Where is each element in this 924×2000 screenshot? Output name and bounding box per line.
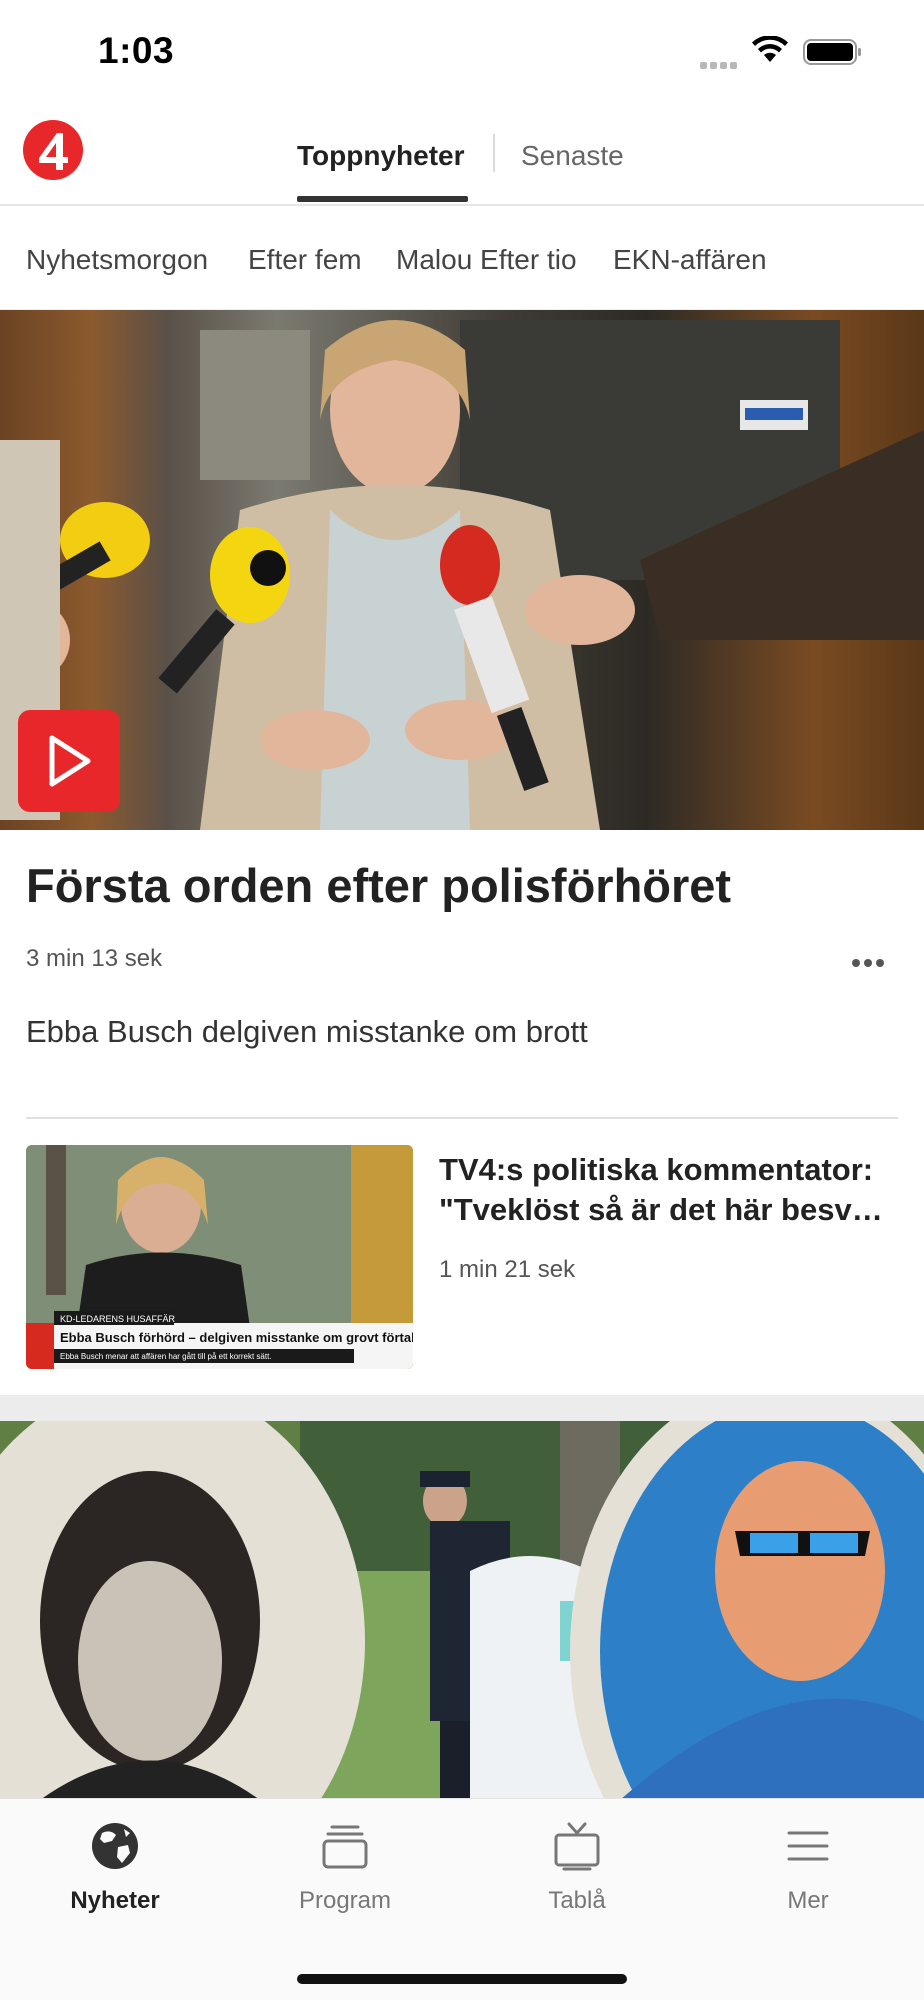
category-subnav: Nyhetsmorgon Efter fem Malou Efter tio E… bbox=[0, 206, 924, 310]
hero-video-thumbnail[interactable] bbox=[0, 310, 924, 830]
tab-toppnyheter[interactable]: Toppnyheter bbox=[297, 140, 464, 172]
play-icon bbox=[49, 735, 91, 787]
article-divider bbox=[26, 1117, 898, 1119]
subnav-item-ekn-affaren[interactable]: EKN-affären bbox=[613, 244, 767, 276]
subnav-item-efter-fem[interactable]: Efter fem bbox=[248, 244, 362, 276]
subnav-item-nyhetsmorgon[interactable]: Nyhetsmorgon bbox=[26, 244, 208, 276]
tv4-logo-icon[interactable] bbox=[23, 120, 83, 180]
tab-divider bbox=[493, 134, 495, 172]
hero-title[interactable]: Första orden efter polisförhöret bbox=[26, 858, 731, 913]
nav-item-mer[interactable]: Mer bbox=[728, 1821, 888, 1915]
article-title-line-2: "Tveklöst så är det här besv… bbox=[439, 1192, 883, 1227]
article-duration: 1 min 21 sek bbox=[439, 1256, 576, 1283]
globe-icon bbox=[92, 1823, 138, 1869]
status-time: 1:03 bbox=[98, 30, 175, 71]
subnav-item-malou-efter-tio[interactable]: Malou Efter tio bbox=[396, 244, 577, 276]
status-bar: 1:03 bbox=[0, 0, 924, 100]
active-tab-indicator bbox=[297, 196, 468, 202]
tv-icon bbox=[554, 1822, 600, 1871]
tab-senaste[interactable]: Senaste bbox=[521, 140, 624, 172]
app-header: Toppnyheter Senaste bbox=[0, 100, 924, 206]
nav-label-mer: Mer bbox=[787, 1887, 829, 1914]
stack-icon bbox=[322, 1825, 368, 1869]
wifi-icon bbox=[752, 35, 788, 69]
hero-duration: 3 min 13 sek bbox=[26, 945, 163, 972]
nav-label-nyheter: Nyheter bbox=[70, 1887, 160, 1914]
nav-item-program[interactable]: Program bbox=[265, 1821, 425, 1915]
article-title-line-1: TV4:s politiska kommentator: bbox=[439, 1152, 874, 1187]
nav-label-program: Program bbox=[298, 1887, 392, 1914]
play-button[interactable] bbox=[18, 710, 120, 812]
bottom-tab-bar: Nyheter Program Tablå Mer bbox=[0, 1798, 924, 2000]
article-title[interactable]: TV4:s politiska kommentator: "Tveklöst s… bbox=[439, 1150, 889, 1230]
article-thumbnail[interactable]: KD-LEDARENS HUSAFFÄR Ebba Busch förhörd … bbox=[26, 1145, 413, 1369]
section-separator bbox=[0, 1395, 924, 1421]
nav-item-tabla[interactable]: Tablå bbox=[497, 1821, 657, 1915]
home-indicator[interactable] bbox=[297, 1974, 627, 1984]
article-hero-image[interactable] bbox=[0, 1421, 924, 1800]
thumb-caption-sub: Ebba Busch menar att affären har gått ti… bbox=[60, 1352, 272, 1361]
more-dots-icon[interactable] bbox=[852, 954, 888, 972]
menu-icon bbox=[787, 1831, 829, 1861]
thumb-caption-main: Ebba Busch förhörd – delgiven misstanke … bbox=[60, 1330, 413, 1345]
nav-item-nyheter[interactable]: Nyheter bbox=[35, 1821, 195, 1915]
battery-icon bbox=[803, 38, 863, 66]
hero-subtitle[interactable]: Ebba Busch delgiven misstanke om brott bbox=[26, 1014, 588, 1050]
thumb-caption-top: KD-LEDARENS HUSAFFÄR bbox=[60, 1314, 176, 1324]
cellular-signal-icon bbox=[700, 56, 742, 69]
nav-label-tabla: Tablå bbox=[548, 1887, 606, 1914]
